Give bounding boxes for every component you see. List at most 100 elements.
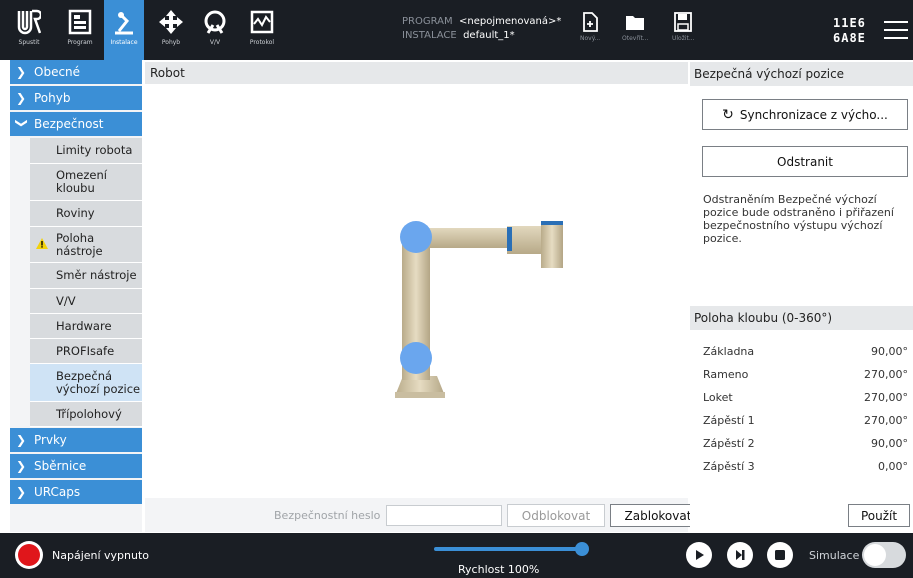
nav-program[interactable]: Program bbox=[58, 0, 102, 60]
nav-program-label: Program bbox=[67, 39, 93, 46]
sync-icon: ↻ bbox=[722, 106, 734, 123]
robot-3d-view[interactable] bbox=[145, 86, 688, 496]
sidebar-item-label: Třípolohový bbox=[56, 406, 122, 421]
unlock-button[interactable]: Odblokovat bbox=[507, 504, 605, 527]
sidebar-item-tool-position[interactable]: Poloha nástroje bbox=[30, 227, 142, 263]
joint-name: Zápěstí 3 bbox=[703, 460, 755, 473]
nav-run-label: Spustit bbox=[18, 39, 40, 46]
installation-icon bbox=[110, 8, 138, 36]
sidebar-item-safe-home[interactable]: Bezpečná výchozí pozice bbox=[30, 364, 142, 402]
sidebar-item-general[interactable]: ❯ Obecné bbox=[10, 60, 142, 85]
new-file-label: Nový... bbox=[580, 35, 601, 42]
sidebar-item-label: Pohyb bbox=[34, 91, 71, 105]
sidebar-item-label: Bezpečnost bbox=[34, 117, 104, 131]
sync-button[interactable]: ↻ Synchronizace z výcho... bbox=[702, 99, 908, 130]
speed-slider[interactable] bbox=[434, 547, 582, 551]
nav-log[interactable]: Protokol bbox=[244, 0, 280, 60]
main-header: Robot bbox=[145, 62, 688, 84]
sidebar-item-label: V/V bbox=[56, 293, 76, 308]
speed-slider-handle[interactable] bbox=[575, 542, 589, 556]
sidebar-item-label: Sběrnice bbox=[34, 459, 87, 473]
nav-move-label: Pohyb bbox=[161, 39, 181, 46]
step-icon bbox=[736, 550, 745, 560]
installation-key: INSTALACE bbox=[402, 30, 457, 41]
sync-button-label: Synchronizace z výcho... bbox=[739, 107, 888, 122]
password-input[interactable] bbox=[386, 505, 502, 526]
nav-log-label: Protokol bbox=[249, 39, 275, 46]
sidebar-item-urcaps[interactable]: ❯ URCaps bbox=[10, 480, 142, 505]
sidebar-item-joint-limits[interactable]: Omezení kloubu bbox=[30, 164, 142, 201]
play-icon bbox=[696, 550, 704, 560]
password-label: Bezpečnostní heslo bbox=[274, 509, 381, 522]
sidebar-item-safety[interactable]: ❯ Bezpečnost bbox=[10, 112, 142, 137]
sidebar-item-label: Obecné bbox=[34, 65, 81, 79]
joint-row-elbow: Loket 270,00° bbox=[703, 391, 908, 404]
sidebar-item-hardware[interactable]: Hardware bbox=[30, 314, 142, 339]
sidebar-item-io[interactable]: V/V bbox=[30, 289, 142, 314]
joint-name: Základna bbox=[703, 345, 755, 358]
sidebar-item-robot-limits[interactable]: Limity robota bbox=[30, 138, 142, 164]
chevron-right-icon: ❯ bbox=[16, 65, 27, 79]
nav-io-label: V/V bbox=[209, 39, 221, 46]
sidebar-item-three-position[interactable]: Třípolohový bbox=[30, 402, 142, 427]
sidebar-item-label: URCaps bbox=[34, 485, 81, 499]
nav-io[interactable]: V/V bbox=[198, 0, 232, 60]
open-file-button[interactable]: Otevřít... bbox=[622, 12, 649, 42]
folder-icon bbox=[626, 16, 645, 30]
joint-position-header: Poloha kloubu (0-360°) bbox=[690, 306, 913, 330]
sidebar-item-features[interactable]: ❯ Prvky bbox=[10, 428, 142, 453]
chevron-down-icon: ❯ bbox=[15, 118, 29, 129]
save-file-button[interactable]: Uložit... bbox=[672, 12, 695, 42]
speed-label: Rychlost 100% bbox=[458, 563, 540, 576]
log-icon bbox=[248, 8, 276, 36]
sidebar-item-label: PROFIsafe bbox=[56, 343, 115, 358]
ur-logo-icon bbox=[15, 8, 43, 36]
chevron-right-icon: ❯ bbox=[16, 91, 27, 105]
nav-run[interactable]: Spustit bbox=[10, 0, 48, 60]
sidebar-item-profisafe[interactable]: PROFIsafe bbox=[30, 339, 142, 364]
joint-value: 0,00° bbox=[878, 460, 908, 473]
sidebar-item-planes[interactable]: Roviny bbox=[30, 201, 142, 227]
io-icon bbox=[201, 8, 229, 36]
sidebar: ❯ Obecné ❯ Pohyb ❯ Bezpečnost Limity robota… bbox=[10, 60, 142, 532]
stop-icon bbox=[775, 550, 785, 560]
sidebar-item-label: Směr nástroje bbox=[56, 268, 137, 282]
robot-serial: 11E6 6A8E bbox=[833, 16, 866, 46]
stop-button[interactable] bbox=[767, 542, 793, 568]
chevron-right-icon: ❯ bbox=[16, 433, 27, 447]
new-file-button[interactable]: Nový... bbox=[580, 12, 600, 42]
save-file-label: Uložit... bbox=[672, 35, 695, 42]
nav-move[interactable]: Pohyb bbox=[156, 0, 186, 60]
joint-name: Loket bbox=[703, 391, 733, 404]
joint-row-wrist2: Zápěstí 2 90,00° bbox=[703, 437, 908, 450]
menu-icon[interactable] bbox=[884, 21, 908, 41]
joint-row-wrist3: Zápěstí 3 0,00° bbox=[703, 460, 908, 473]
bottom-bar: Napájení vypnuto Rychlost 100% Simulace bbox=[0, 533, 913, 578]
toggle-knob bbox=[864, 544, 886, 566]
sidebar-item-motion[interactable]: ❯ Pohyb bbox=[10, 86, 142, 111]
program-info: PROGRAM <nepojmenovaná>* INSTALACE defau… bbox=[402, 15, 561, 43]
simulation-toggle[interactable] bbox=[862, 542, 906, 568]
joint-name: Rameno bbox=[703, 368, 749, 381]
program-icon bbox=[66, 8, 94, 36]
top-bar: Spustit Program Instalace Pohyb V/V Prot… bbox=[0, 0, 913, 60]
joint-value: 90,00° bbox=[871, 345, 908, 358]
nav-installation[interactable]: Instalace bbox=[104, 0, 144, 60]
remove-button[interactable]: Odstranit bbox=[702, 146, 908, 177]
warning-icon bbox=[36, 238, 48, 252]
new-file-icon bbox=[583, 12, 598, 32]
sidebar-item-fieldbus[interactable]: ❯ Sběrnice bbox=[10, 454, 142, 479]
serial-line-1: 11E6 bbox=[833, 16, 866, 30]
installation-name: default_1* bbox=[463, 30, 515, 41]
serial-line-2: 6A8E bbox=[833, 31, 866, 45]
joint-row-base: Základna 90,00° bbox=[703, 345, 908, 358]
power-button[interactable] bbox=[15, 541, 43, 569]
apply-button[interactable]: Použít bbox=[848, 504, 910, 527]
joint-value: 270,00° bbox=[864, 391, 908, 404]
play-button[interactable] bbox=[686, 542, 712, 568]
joint-name: Zápěstí 2 bbox=[703, 437, 755, 450]
sidebar-item-tool-direction[interactable]: Směr nástroje bbox=[30, 263, 142, 289]
step-button[interactable] bbox=[727, 542, 753, 568]
safe-home-header: Bezpečná výchozí pozice bbox=[690, 62, 913, 86]
power-off-icon bbox=[18, 544, 40, 566]
